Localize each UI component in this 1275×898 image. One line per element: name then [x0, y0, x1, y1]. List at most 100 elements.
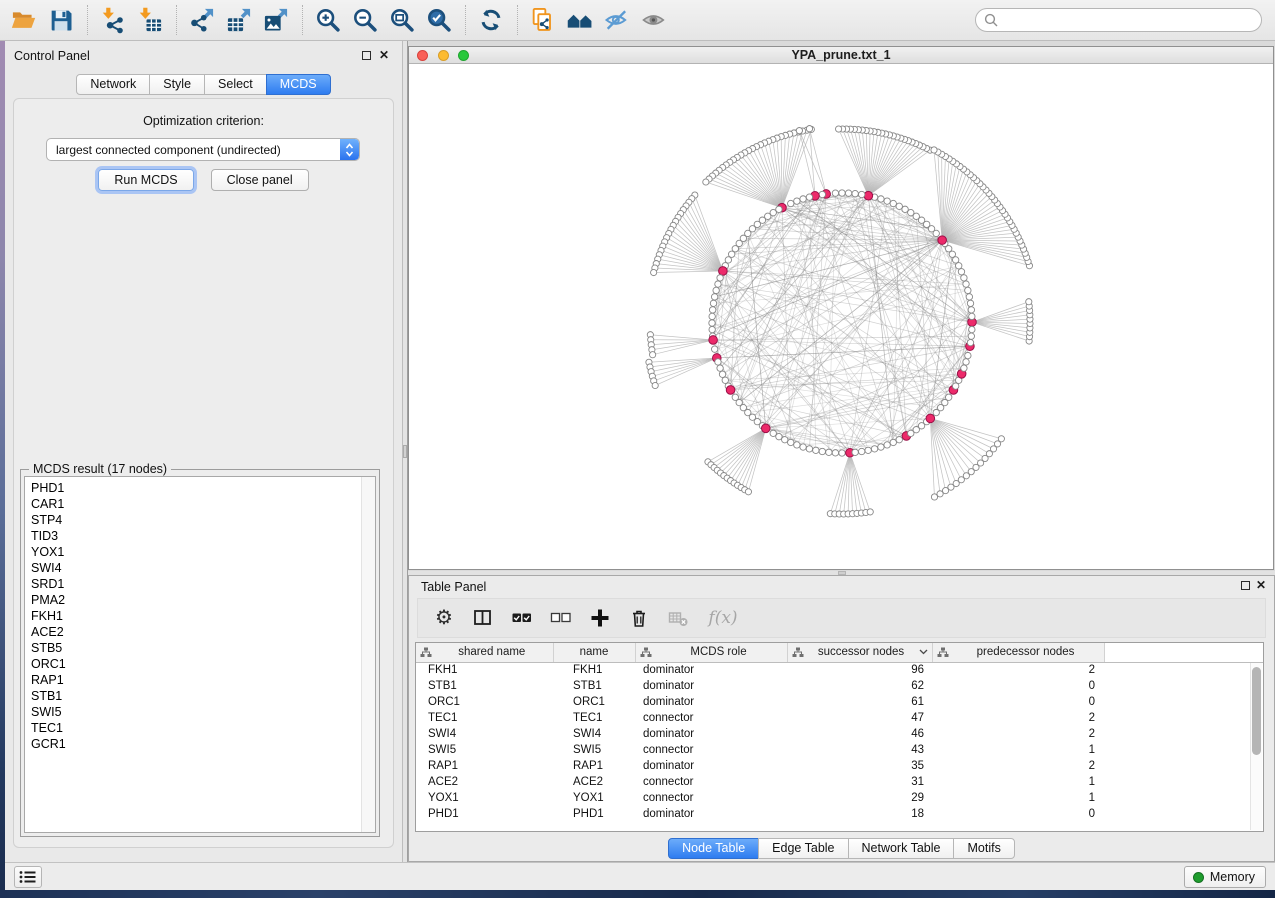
cell [1104, 694, 1263, 710]
list-item[interactable]: STP4 [31, 512, 375, 528]
table-row[interactable]: RAP1RAP1dominator352 [416, 758, 1263, 774]
memory-button[interactable]: Memory [1184, 866, 1266, 888]
search-input[interactable] [1004, 13, 1253, 27]
zoom-in-icon[interactable] [312, 4, 344, 36]
cell: dominator [635, 694, 787, 710]
list-item[interactable]: PHD1 [31, 480, 375, 496]
scrollbar-thumb[interactable] [1252, 667, 1261, 755]
tab-node-table[interactable]: Node Table [668, 838, 759, 859]
list-item[interactable]: ORC1 [31, 656, 375, 672]
table-row[interactable]: PHD1PHD1dominator180 [416, 806, 1263, 822]
tab-edge-table[interactable]: Edge Table [758, 838, 848, 859]
save-session-icon[interactable] [45, 4, 77, 36]
cell [1104, 662, 1263, 678]
column-header-successor-nodes[interactable]: successor nodes [787, 643, 932, 662]
table-toolbar: ⚙ f(x) [417, 598, 1266, 638]
settings-gear-icon[interactable]: ⚙ [432, 606, 456, 630]
export-table-icon[interactable] [223, 4, 255, 36]
table-row[interactable]: YOX1YOX1connector291 [416, 790, 1263, 806]
zoom-out-icon[interactable] [349, 4, 381, 36]
tab-motifs[interactable]: Motifs [953, 838, 1014, 859]
first-neighbors-icon[interactable] [564, 4, 596, 36]
splitter-handle[interactable] [403, 445, 407, 458]
zoom-selected-icon[interactable] [423, 4, 455, 36]
cell: 0 [932, 806, 1104, 822]
table-row[interactable]: SWI5SWI5connector431 [416, 742, 1263, 758]
show-columns-icon[interactable] [471, 606, 495, 630]
list-item[interactable]: CAR1 [31, 496, 375, 512]
list-item[interactable]: RAP1 [31, 672, 375, 688]
criterion-dropdown[interactable]: largest connected component (undirected) [46, 138, 360, 161]
select-all-icon[interactable] [510, 606, 534, 630]
mcds-result-list[interactable]: PHD1CAR1STP4TID3YOX1SWI4SRD1PMA2FKH1ACE2… [24, 476, 376, 833]
table-row[interactable]: ACE2ACE2connector311 [416, 774, 1263, 790]
cell: dominator [635, 758, 787, 774]
tab-network[interactable]: Network [76, 74, 150, 95]
list-item[interactable]: ACE2 [31, 624, 375, 640]
cell: STB1 [416, 678, 553, 694]
list-item[interactable]: GCR1 [31, 736, 375, 752]
export-network-icon[interactable] [186, 4, 218, 36]
show-all-icon[interactable] [638, 4, 670, 36]
column-header-MCDS-role[interactable]: MCDS role [635, 643, 787, 662]
network-window-title: YPA_prune.txt_1 [409, 48, 1273, 62]
column-header-predecessor-nodes[interactable]: predecessor nodes [932, 643, 1104, 662]
list-item[interactable]: STB1 [31, 688, 375, 704]
cell: ORC1 [416, 694, 553, 710]
cell: 96 [787, 662, 932, 678]
import-table-icon[interactable] [134, 4, 166, 36]
list-item[interactable]: SWI5 [31, 704, 375, 720]
toolbar-separator [465, 5, 466, 35]
table-scrollbar[interactable] [1250, 663, 1262, 830]
close-panel-button[interactable]: Close panel [211, 169, 309, 191]
tab-mcds[interactable]: MCDS [266, 74, 331, 95]
table-row[interactable]: SWI4SWI4dominator462 [416, 726, 1263, 742]
cell: 2 [932, 662, 1104, 678]
float-panel-icon[interactable] [362, 51, 371, 60]
list-item[interactable]: SRD1 [31, 576, 375, 592]
zoom-fit-icon[interactable] [386, 4, 418, 36]
cell: SWI5 [553, 742, 635, 758]
table-row[interactable]: STB1STB1dominator620 [416, 678, 1263, 694]
delete-rows-icon[interactable] [627, 606, 651, 630]
column-header-name[interactable]: name [553, 643, 635, 662]
list-item[interactable]: FKH1 [31, 608, 375, 624]
mcds-list-scrollbar[interactable] [361, 477, 375, 832]
open-file-icon[interactable] [8, 4, 40, 36]
table-row[interactable]: ORC1ORC1dominator610 [416, 694, 1263, 710]
hide-selected-icon[interactable] [601, 4, 633, 36]
list-item[interactable]: TID3 [31, 528, 375, 544]
table-row[interactable]: FKH1FKH1dominator962 [416, 662, 1263, 678]
network-graph[interactable] [409, 64, 1273, 569]
float-panel-icon[interactable] [1241, 581, 1250, 590]
toolbar-separator [302, 5, 303, 35]
list-item[interactable]: TEC1 [31, 720, 375, 736]
deselect-all-icon[interactable] [549, 606, 573, 630]
import-network-icon[interactable] [97, 4, 129, 36]
refresh-layout-icon[interactable] [475, 4, 507, 36]
network-canvas[interactable] [409, 64, 1273, 569]
tab-select[interactable]: Select [204, 74, 267, 95]
tab-network-table[interactable]: Network Table [848, 838, 955, 859]
cell: dominator [635, 806, 787, 822]
cell [1104, 726, 1263, 742]
panel-selector-button[interactable] [14, 866, 42, 888]
optimization-criterion-label: Optimization criterion: [14, 99, 393, 128]
list-item[interactable]: YOX1 [31, 544, 375, 560]
add-row-icon[interactable] [588, 606, 612, 630]
list-item[interactable]: SWI4 [31, 560, 375, 576]
search-box[interactable] [975, 8, 1262, 32]
table-row[interactable]: TEC1TEC1connector472 [416, 710, 1263, 726]
cell: FKH1 [416, 662, 553, 678]
export-image-icon[interactable] [260, 4, 292, 36]
tab-style[interactable]: Style [149, 74, 205, 95]
cell: 31 [787, 774, 932, 790]
column-header-shared-name[interactable]: shared name [416, 643, 553, 662]
run-mcds-button[interactable]: Run MCDS [98, 169, 193, 191]
network-window-titlebar[interactable]: YPA_prune.txt_1 [409, 47, 1273, 64]
close-panel-icon[interactable]: ✕ [1256, 578, 1266, 592]
list-item[interactable]: STB5 [31, 640, 375, 656]
clone-network-icon[interactable] [527, 4, 559, 36]
close-panel-icon[interactable]: ✕ [379, 48, 389, 62]
list-item[interactable]: PMA2 [31, 592, 375, 608]
